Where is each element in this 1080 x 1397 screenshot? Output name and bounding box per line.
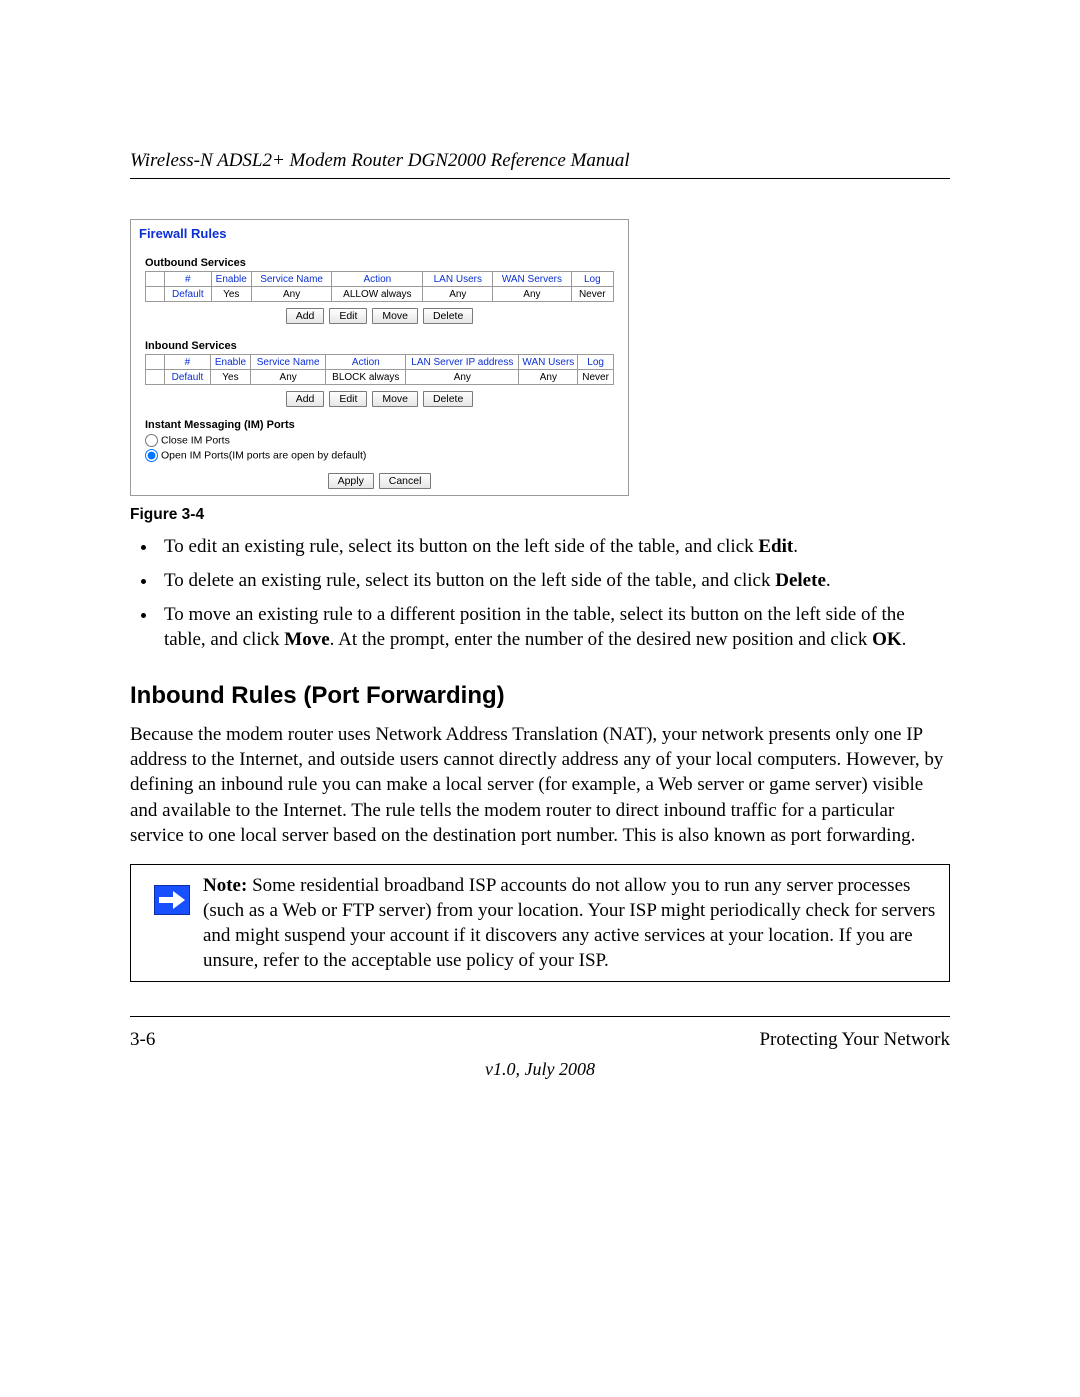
th-log2: Log [578,355,614,370]
td: Yes [211,287,251,302]
arrow-right-icon [154,885,190,915]
note-label: Note: [203,875,247,896]
section-im: Instant Messaging (IM) Ports [145,419,614,431]
divider-top [130,178,950,179]
chapter-title: Protecting Your Network [759,1029,950,1051]
cmd: Edit [758,536,793,557]
note-box: Note: Some residential broadband ISP acc… [130,864,950,982]
td: Never [578,370,614,385]
th-wanu2: WAN Users [519,355,578,370]
text: . [902,629,907,650]
add-button[interactable]: Add [286,391,325,407]
th-service: Service Name [250,355,326,370]
td: Default [164,370,210,385]
text: . [793,536,798,557]
th-blank [146,355,165,370]
figure-screenshot: Firewall Rules Outbound Services # Enabl… [130,219,629,496]
bullet-list: To edit an existing rule, select its but… [130,534,950,652]
list-item: To delete an existing rule, select its b… [158,568,950,593]
add-button[interactable]: Add [286,308,325,324]
cmd: Delete [775,570,826,591]
page-number: 3-6 [130,1029,155,1051]
edit-button[interactable]: Edit [329,391,367,407]
divider-bottom [130,1016,950,1017]
td: Default [165,287,212,302]
delete-button[interactable]: Delete [423,308,473,324]
text: . At the prompt, enter the number of the… [330,629,872,650]
th-enable: Enable [211,355,251,370]
text: . [826,570,831,591]
th-num: # [164,355,210,370]
radio-label: Close IM Ports [161,434,230,446]
heading-inbound-rules: Inbound Rules (Port Forwarding) [130,682,950,710]
figure-caption: Figure 3-4 [130,506,950,524]
delete-button[interactable]: Delete [423,391,473,407]
apply-button[interactable]: Apply [328,473,374,489]
move-button[interactable]: Move [372,391,418,407]
note-text: Note: Some residential broadband ISP acc… [203,865,949,981]
td: ALLOW always [332,287,423,302]
cmd: OK [872,629,902,650]
td: Any [251,287,331,302]
section-outbound: Outbound Services [145,257,614,269]
td: Any [406,370,519,385]
th-action: Action [332,272,423,287]
move-button[interactable]: Move [372,308,418,324]
cmd: Move [284,629,329,650]
table-row: Default Yes Any BLOCK always Any Any Nev… [146,370,614,385]
body-paragraph: Because the modem router uses Network Ad… [130,722,950,847]
text: To edit an existing rule, select its but… [164,536,758,557]
running-head: Wireless-N ADSL2+ Modem Router DGN2000 R… [130,150,950,172]
th-action: Action [326,355,406,370]
th-service: Service Name [251,272,331,287]
td [146,287,165,302]
outbound-table: # Enable Service Name Action LAN Users W… [145,271,614,302]
panel-title: Firewall Rules [131,220,628,241]
th-log: Log [571,272,613,287]
list-item: To move an existing rule to a different … [158,602,950,652]
td: Never [571,287,613,302]
text: To delete an existing rule, select its b… [164,570,775,591]
note-body: Some residential broadband ISP accounts … [203,875,935,971]
section-inbound: Inbound Services [145,340,614,352]
td: Yes [211,370,251,385]
td: BLOCK always [326,370,406,385]
radio-close-im[interactable]: Close IM Ports [145,433,614,448]
th-lan: LAN Users [423,272,493,287]
th-wan: WAN Servers [493,272,571,287]
table-row: Default Yes Any ALLOW always Any Any Nev… [146,287,614,302]
note-icon-cell [131,865,203,915]
td: Any [250,370,326,385]
th-enable: Enable [211,272,251,287]
radio-label: Open IM Ports(IM ports are open by defau… [161,449,366,461]
td: Any [423,287,493,302]
th-lanip: LAN Server IP address [406,355,519,370]
list-item: To edit an existing rule, select its but… [158,534,950,559]
radio-open-im[interactable]: Open IM Ports(IM ports are open by defau… [145,448,614,463]
table-header-row: # Enable Service Name Action LAN Users W… [146,272,614,287]
table-header-row: # Enable Service Name Action LAN Server … [146,355,614,370]
radio-input[interactable] [145,434,158,447]
td [146,370,165,385]
radio-input[interactable] [145,449,158,462]
version-date: v1.0, July 2008 [130,1059,950,1080]
td: Any [519,370,578,385]
cancel-button[interactable]: Cancel [379,473,432,489]
th-blank [146,272,165,287]
td: Any [493,287,571,302]
th-num: # [165,272,212,287]
inbound-table: # Enable Service Name Action LAN Server … [145,354,614,385]
edit-button[interactable]: Edit [329,308,367,324]
